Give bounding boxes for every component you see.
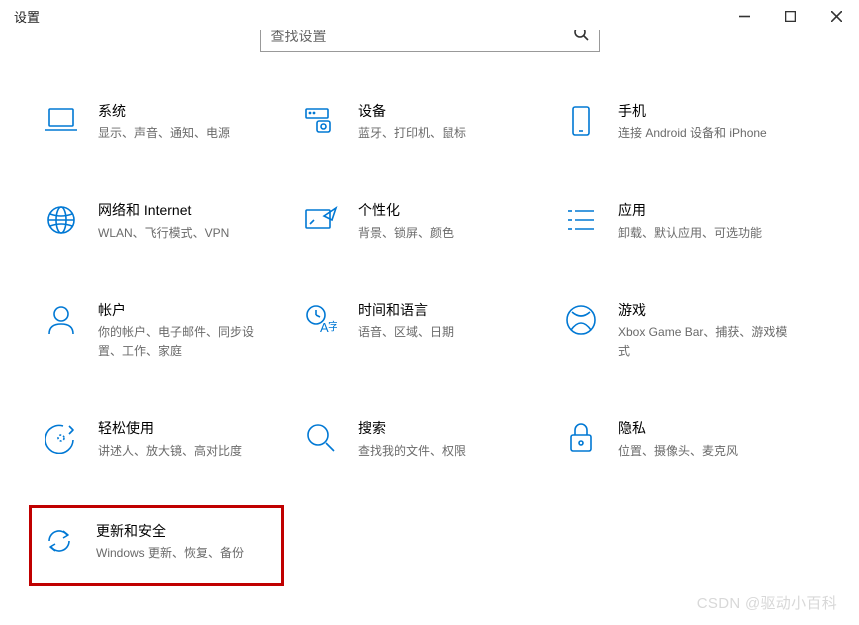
titlebar: 设置 <box>0 0 859 32</box>
tile-title: 隐私 <box>618 419 738 437</box>
tile-title: 更新和安全 <box>96 522 244 540</box>
search-placeholder: 查找设置 <box>271 30 574 46</box>
xbox-icon <box>564 303 598 337</box>
tile-title: 应用 <box>618 201 762 219</box>
time-language-icon: A字 <box>304 303 338 337</box>
tile-privacy[interactable]: 隐私位置、摄像头、麦克风 <box>564 419 824 460</box>
window-controls <box>721 0 859 32</box>
apps-icon <box>564 203 598 237</box>
sync-icon <box>42 524 76 558</box>
tile-desc: 蓝牙、打印机、鼠标 <box>358 124 466 143</box>
tile-desc: 显示、声音、通知、电源 <box>98 124 230 143</box>
tile-title: 网络和 Internet <box>98 201 229 219</box>
watermark: CSDN @驱动小百科 <box>697 592 837 613</box>
tile-title: 游戏 <box>618 301 788 319</box>
devices-icon <box>304 104 338 138</box>
tile-system[interactable]: 系统显示、声音、通知、电源 <box>44 102 304 143</box>
tile-desc: Windows 更新、恢复、备份 <box>96 544 244 563</box>
person-icon <box>44 303 78 337</box>
tile-title: 个性化 <box>358 201 454 219</box>
tile-desc: 位置、摄像头、麦克风 <box>618 442 738 461</box>
tile-title: 系统 <box>98 102 230 120</box>
tile-network[interactable]: 网络和 Internet WLAN、飞行模式、VPN <box>44 201 304 242</box>
tile-desc: 卸载、默认应用、可选功能 <box>618 224 762 243</box>
personalize-icon <box>304 203 338 237</box>
tile-apps[interactable]: 应用卸载、默认应用、可选功能 <box>564 201 824 242</box>
tile-search[interactable]: 搜索查找我的文件、权限 <box>304 419 564 460</box>
maximize-button[interactable] <box>767 0 813 32</box>
tile-personalization[interactable]: 个性化背景、锁屏、颜色 <box>304 201 564 242</box>
close-button[interactable] <box>813 0 859 32</box>
ease-icon <box>44 421 78 455</box>
tile-title: 时间和语言 <box>358 301 454 319</box>
tile-time-language[interactable]: A字 时间和语言语音、区域、日期 <box>304 301 564 362</box>
tile-desc: 查找我的文件、权限 <box>358 442 466 461</box>
tile-update-security[interactable]: 更新和安全 Windows 更新、恢复、备份 <box>29 505 284 586</box>
tile-desc: 讲述人、放大镜、高对比度 <box>98 442 242 461</box>
window-title: 设置 <box>14 7 40 26</box>
settings-grid: 系统显示、声音、通知、电源 设备蓝牙、打印机、鼠标 手机连接 Android 设… <box>0 102 859 586</box>
tile-desc: 你的帐户、电子邮件、同步设置、工作、家庭 <box>98 323 268 361</box>
minimize-button[interactable] <box>721 0 767 32</box>
tile-title: 手机 <box>618 102 767 120</box>
tile-ease-of-access[interactable]: 轻松使用讲述人、放大镜、高对比度 <box>44 419 304 460</box>
search-icon <box>574 30 589 46</box>
tile-desc: WLAN、飞行模式、VPN <box>98 224 229 243</box>
tile-title: 搜索 <box>358 419 466 437</box>
tile-desc: 背景、锁屏、颜色 <box>358 224 454 243</box>
phone-icon <box>564 104 598 138</box>
tile-accounts[interactable]: 帐户你的帐户、电子邮件、同步设置、工作、家庭 <box>44 301 304 362</box>
tile-devices[interactable]: 设备蓝牙、打印机、鼠标 <box>304 102 564 143</box>
tile-title: 帐户 <box>98 301 268 319</box>
magnifier-icon <box>304 421 338 455</box>
laptop-icon <box>44 104 78 138</box>
svg-text:字: 字 <box>328 319 337 333</box>
tile-title: 设备 <box>358 102 466 120</box>
tile-desc: 语音、区域、日期 <box>358 323 454 342</box>
tile-desc: Xbox Game Bar、捕获、游戏模式 <box>618 323 788 361</box>
tile-title: 轻松使用 <box>98 419 242 437</box>
search-input[interactable]: 查找设置 <box>260 30 600 52</box>
tile-phone[interactable]: 手机连接 Android 设备和 iPhone <box>564 102 824 143</box>
search-container: 查找设置 <box>0 30 859 52</box>
tile-desc: 连接 Android 设备和 iPhone <box>618 124 767 143</box>
tile-gaming[interactable]: 游戏 Xbox Game Bar、捕获、游戏模式 <box>564 301 824 362</box>
lock-icon <box>564 421 598 455</box>
globe-icon <box>44 203 78 237</box>
